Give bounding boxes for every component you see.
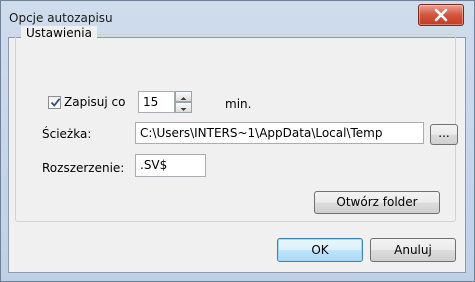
cancel-button[interactable]: Anuluj [370, 238, 456, 262]
extension-input[interactable]: .SV$ [135, 154, 206, 177]
close-icon [434, 8, 448, 22]
ok-button[interactable]: OK [277, 238, 363, 262]
checkmark-icon [50, 98, 61, 107]
extension-label: Rozszerzenie: [42, 161, 125, 175]
interval-unit-label: min. [225, 97, 252, 111]
open-folder-button[interactable]: Otwórz folder [314, 191, 440, 214]
window-title: Opcje autozapisu [9, 11, 113, 25]
spinner-down-button[interactable] [175, 102, 192, 113]
close-button[interactable] [418, 4, 464, 26]
autosave-label: Zapisuj co [64, 95, 126, 109]
arrow-down-icon [180, 108, 187, 111]
autosave-checkbox[interactable] [48, 96, 61, 109]
path-label: Ścieżka: [42, 127, 92, 141]
interval-spinner [175, 91, 192, 113]
settings-group-legend: Ustawienia [21, 26, 97, 40]
interval-input[interactable]: 15 [138, 91, 175, 113]
spinner-up-button[interactable] [175, 91, 192, 102]
browse-button[interactable]: ... [430, 124, 458, 145]
path-input[interactable]: C:\Users\INTERS~1\AppData\Local\Temp [135, 122, 424, 144]
